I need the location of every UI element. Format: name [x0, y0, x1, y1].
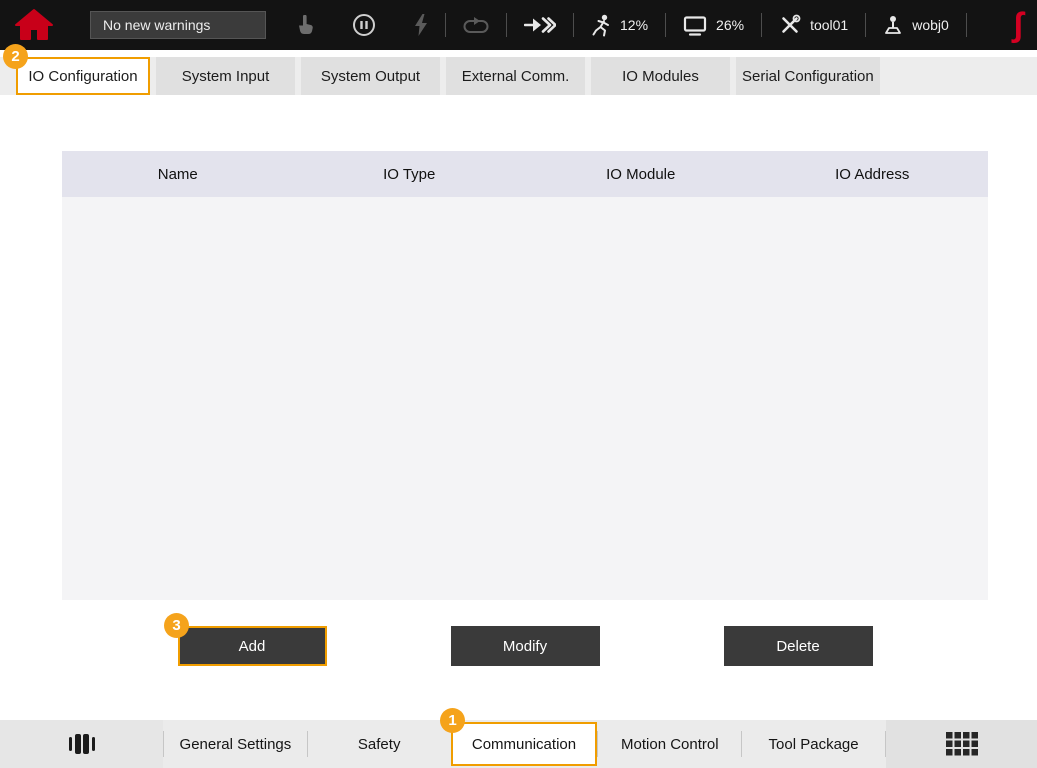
- bottom-nav-items: General Settings Safety Communication Mo…: [164, 720, 885, 768]
- divider: [665, 13, 666, 37]
- bottom-nav-bar: General Settings Safety Communication Mo…: [0, 720, 1037, 768]
- loop-run-icon[interactable]: [463, 16, 489, 34]
- warning-status-box[interactable]: No new warnings: [90, 11, 266, 39]
- nav-safety[interactable]: Safety: [308, 720, 451, 768]
- step-badge-1: 1: [440, 708, 465, 733]
- program-list-icon: [67, 732, 97, 756]
- speed-value: 12%: [620, 17, 648, 33]
- status-icon-strip: 12% 26%: [296, 13, 1004, 37]
- brand-logo-icon: ∫: [1014, 8, 1023, 42]
- tool-name: tool01: [810, 17, 848, 33]
- divider: [966, 13, 967, 37]
- column-name: Name: [62, 166, 294, 183]
- column-io-type: IO Type: [294, 166, 526, 183]
- program-menu-button[interactable]: [0, 720, 163, 768]
- tool-selector[interactable]: tool01: [779, 14, 848, 36]
- tab-io-modules[interactable]: IO Modules: [591, 57, 730, 95]
- delete-button[interactable]: Delete: [724, 626, 873, 666]
- monitor-indicator[interactable]: 26%: [683, 15, 744, 36]
- divider: [573, 13, 574, 37]
- divider: [761, 13, 762, 37]
- monitor-icon: [683, 15, 707, 36]
- divider: [445, 13, 446, 37]
- tab-serial-configuration[interactable]: Serial Configuration: [736, 57, 880, 95]
- wobj-name: wobj0: [912, 17, 949, 33]
- tab-system-input[interactable]: System Input: [156, 57, 295, 95]
- speed-icon: [591, 14, 611, 37]
- step-badge-3: 3: [164, 613, 189, 638]
- tab-io-configuration[interactable]: IO Configuration: [16, 57, 150, 95]
- hand-guide-icon[interactable]: [296, 15, 314, 35]
- wobj-selector[interactable]: wobj0: [883, 15, 949, 35]
- keypad-button[interactable]: [886, 720, 1037, 768]
- tool-icon: [779, 14, 801, 36]
- tab-system-output[interactable]: System Output: [301, 57, 440, 95]
- table-header: Name IO Type IO Module IO Address: [62, 151, 988, 197]
- monitor-value: 26%: [716, 17, 744, 33]
- nav-tool-package[interactable]: Tool Package: [742, 720, 885, 768]
- divider: [865, 13, 866, 37]
- nav-communication[interactable]: Communication: [451, 722, 598, 766]
- home-icon: [13, 7, 55, 43]
- pause-icon[interactable]: [352, 13, 376, 37]
- add-button[interactable]: Add: [178, 626, 327, 666]
- modify-button[interactable]: Modify: [451, 626, 600, 666]
- wobj-icon: [883, 15, 903, 35]
- power-icon[interactable]: [414, 14, 428, 36]
- table-action-row: Add Modify Delete: [62, 626, 988, 666]
- speed-indicator[interactable]: 12%: [591, 14, 648, 37]
- control-icon-group: [296, 13, 428, 37]
- table-body-empty: [62, 197, 988, 600]
- home-button[interactable]: [10, 4, 58, 46]
- nav-general-settings[interactable]: General Settings: [164, 720, 307, 768]
- step-badge-2: 2: [3, 44, 28, 69]
- io-tab-bar: IO Configuration System Input System Out…: [0, 57, 1037, 95]
- step-forward-icon[interactable]: [524, 16, 556, 34]
- column-io-module: IO Module: [525, 166, 757, 183]
- warning-text: No new warnings: [103, 17, 210, 33]
- robot-pendant-screen: No new warnings: [0, 0, 1037, 768]
- nav-motion-control[interactable]: Motion Control: [598, 720, 741, 768]
- divider: [506, 13, 507, 37]
- column-io-address: IO Address: [757, 166, 989, 183]
- tab-external-comm[interactable]: External Comm.: [446, 57, 585, 95]
- keypad-icon: [945, 731, 979, 757]
- top-status-bar: No new warnings: [0, 0, 1037, 50]
